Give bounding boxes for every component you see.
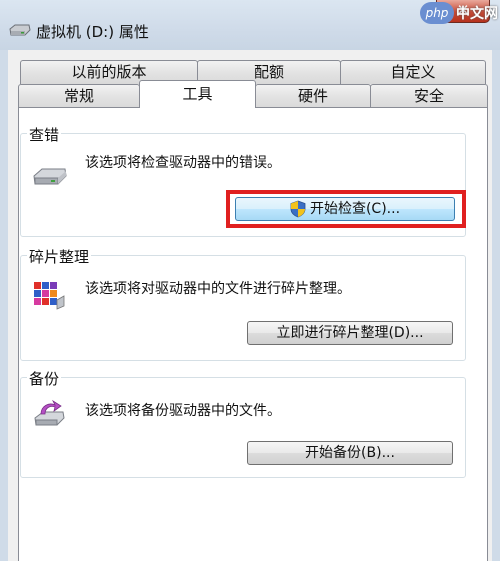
defrag-now-button[interactable]: 立即进行碎片整理(D)... xyxy=(247,321,453,345)
tab-customize[interactable]: 自定义 xyxy=(340,60,486,84)
error-checking-group: 查错 该选项将检查驱动器中的错误。 开始检查(C)... xyxy=(20,124,466,237)
watermark-logo: php xyxy=(420,2,454,24)
window-title: 虚拟机 (D:) 属性 xyxy=(36,23,149,41)
defrag-description: 该选项将对驱动器中的文件进行碎片整理。 xyxy=(85,281,351,297)
drive-icon xyxy=(9,24,31,36)
watermark: php 中文网 xyxy=(420,2,498,24)
defrag-group: 碎片整理 该选项将对驱动器中的文件进行碎片整理。 立即进行碎片整理(D)... xyxy=(20,246,466,361)
tab-hardware[interactable]: 硬件 xyxy=(255,84,371,108)
defrag-title: 碎片整理 xyxy=(27,246,92,267)
start-check-button[interactable]: 开始检查(C)... xyxy=(235,197,455,221)
tab-general[interactable]: 常规 xyxy=(18,84,140,108)
start-backup-button[interactable]: 开始备份(B)... xyxy=(247,441,453,465)
uac-shield-icon xyxy=(290,200,306,218)
start-check-label: 开始检查(C)... xyxy=(309,201,401,217)
window-frame-right xyxy=(492,50,500,561)
backup-title: 备份 xyxy=(27,368,62,389)
window-frame-left xyxy=(0,50,8,561)
watermark-text: 中文网 xyxy=(456,6,498,22)
drive-icon xyxy=(33,168,67,185)
backup-icon xyxy=(34,399,65,426)
tab-security[interactable]: 安全 xyxy=(370,84,488,108)
backup-description: 该选项将备份驱动器中的文件。 xyxy=(85,403,281,419)
defrag-icon xyxy=(34,282,65,310)
tab-tools[interactable]: 工具 xyxy=(139,80,256,108)
backup-group: 备份 该选项将备份驱动器中的文件。 开始备份(B)... xyxy=(20,368,466,478)
error-checking-title: 查错 xyxy=(27,124,62,145)
error-checking-description: 该选项将检查驱动器中的错误。 xyxy=(85,155,281,171)
